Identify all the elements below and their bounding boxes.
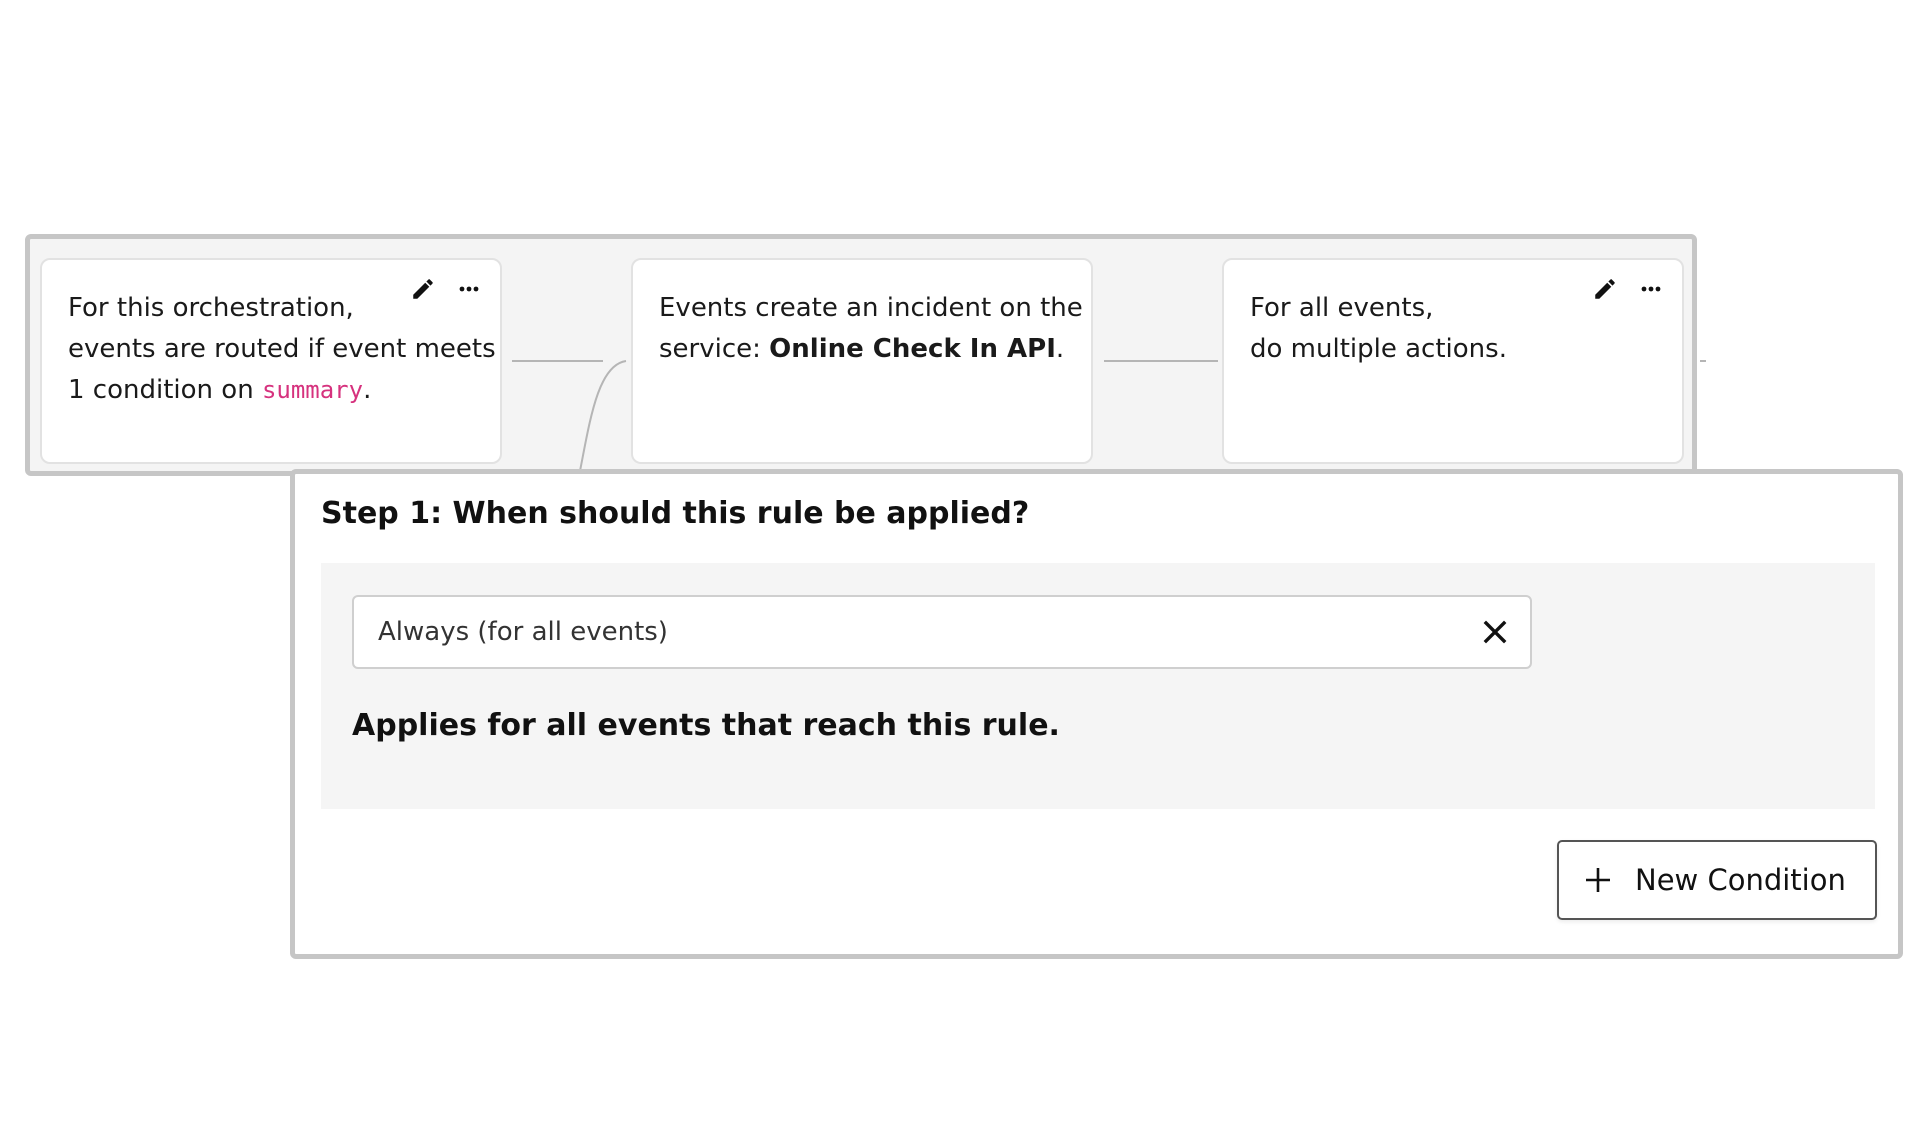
- rule-card-routing[interactable]: For this orchestration, events are route…: [40, 258, 502, 464]
- card-text-suffix: .: [1055, 334, 1065, 364]
- condition-description: Applies for all events that reach this r…: [352, 708, 1060, 743]
- step-title: Step 1: When should this rule be applied…: [321, 496, 1030, 531]
- pencil-icon[interactable]: [408, 274, 438, 304]
- condition-select-value: Always (for all events): [378, 617, 668, 647]
- ellipsis-icon[interactable]: [1636, 274, 1666, 304]
- card-actions: [408, 274, 484, 304]
- ellipsis-icon[interactable]: [454, 274, 484, 304]
- field-name: summary: [261, 376, 364, 404]
- card-text-line: 1 condition on summary.: [68, 370, 474, 411]
- close-icon[interactable]: [1480, 617, 1510, 647]
- service-name: Online Check In API: [769, 334, 1056, 364]
- pencil-icon[interactable]: [1590, 274, 1620, 304]
- new-condition-button[interactable]: New Condition: [1557, 840, 1877, 920]
- card-text-line: events are routed if event meets: [68, 334, 496, 364]
- card-text-fragment: 1 condition on: [68, 375, 262, 405]
- rule-card-actions[interactable]: For all events, do multiple actions.: [1222, 258, 1684, 464]
- card-text-line: do multiple actions.: [1250, 334, 1507, 364]
- plus-icon: [1583, 865, 1613, 895]
- rule-card-incident[interactable]: Events create an incident on the service…: [631, 258, 1093, 464]
- card-text-line: Events create an incident on the: [659, 293, 1083, 323]
- card-actions: [1590, 274, 1666, 304]
- card-text-line: service: Online Check In API.: [659, 329, 1065, 370]
- card-text-fragment: service:: [659, 334, 770, 364]
- card-text-suffix: .: [363, 375, 372, 405]
- condition-area: Always (for all events) Applies for all …: [321, 563, 1875, 809]
- step-panel: Step 1: When should this rule be applied…: [290, 469, 1903, 959]
- new-condition-label: New Condition: [1635, 863, 1846, 897]
- condition-select[interactable]: Always (for all events): [352, 595, 1532, 669]
